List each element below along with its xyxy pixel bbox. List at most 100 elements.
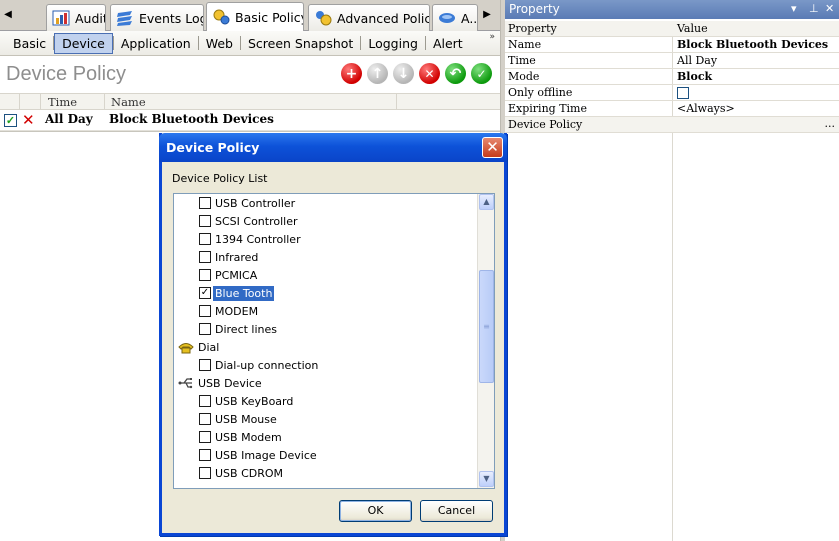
checkbox[interactable] <box>199 305 211 317</box>
property-row-expiring-time[interactable]: Expiring Time <Always> <box>505 101 839 117</box>
list-group-label: USB Device <box>198 376 262 390</box>
property-key: Expiring Time <box>508 102 587 115</box>
scroll-thumb[interactable]: ≡ <box>479 270 494 383</box>
device-policy-dialog: Device Policy ✕ Device Policy List USB C… <box>159 133 507 536</box>
property-row-device-policy[interactable]: Device Policy ... <box>505 117 839 133</box>
up-arrow-icon[interactable]: ↑ <box>367 63 388 84</box>
property-value[interactable]: All Day <box>677 54 717 67</box>
only-offline-checkbox[interactable] <box>677 87 689 99</box>
column-header-time[interactable]: Time <box>48 95 77 109</box>
scroll-up-button[interactable]: ▲ <box>479 194 494 210</box>
list-item-scsi-controller[interactable]: SCSI Controller <box>199 212 300 230</box>
property-key: Mode <box>508 70 540 83</box>
close-icon[interactable]: ✕ <box>825 2 834 15</box>
checkbox[interactable] <box>199 197 211 209</box>
list-item-pcmica[interactable]: PCMICA <box>199 266 259 284</box>
row-enabled-checkbox[interactable]: ✓ <box>4 114 17 127</box>
checkbox[interactable] <box>199 413 211 425</box>
checkbox[interactable] <box>199 269 211 281</box>
page-title: Device Policy <box>6 63 127 85</box>
property-pane-label: Property <box>509 2 560 16</box>
column-divider <box>40 94 41 110</box>
list-item-usb-controller[interactable]: USB Controller <box>199 194 297 212</box>
submenu-application[interactable]: Application <box>114 34 198 53</box>
list-item-modem[interactable]: MODEM <box>199 302 260 320</box>
property-key: Time <box>508 54 536 67</box>
row-time: All Day <box>45 112 93 126</box>
device-policy-list[interactable]: USB Controller SCSI Controller 1394 Cont… <box>173 193 495 489</box>
list-item-1394-controller[interactable]: 1394 Controller <box>199 230 303 248</box>
table-row[interactable]: ✓ ✕ All Day Block Bluetooth Devices <box>0 110 500 131</box>
undo-icon[interactable]: ↶ <box>445 63 466 84</box>
tab-scroll-left-button[interactable]: ◀ <box>1 6 15 24</box>
checkbox[interactable] <box>199 233 211 245</box>
audit-icon <box>52 10 70 26</box>
tab-advanced-policy-label: Advanced Policy <box>337 10 430 26</box>
cancel-button[interactable]: Cancel <box>420 500 493 522</box>
column-divider <box>396 94 397 110</box>
submenu-overflow-button[interactable]: » <box>489 32 495 42</box>
list-item-usb-mouse[interactable]: USB Mouse <box>199 410 279 428</box>
tab-scroll-right-button[interactable]: ▶ <box>480 6 494 24</box>
submenu-screen-snapshot[interactable]: Screen Snapshot <box>241 34 360 53</box>
delete-icon[interactable]: ✕ <box>419 63 440 84</box>
list-item-usb-cdrom[interactable]: USB CDROM <box>199 464 285 482</box>
list-item-infrared[interactable]: Infrared <box>199 248 260 266</box>
tab-audit[interactable]: Audit <box>46 4 106 31</box>
usb-icon <box>178 378 193 389</box>
scroll-down-button[interactable]: ▼ <box>479 471 494 487</box>
checkbox[interactable] <box>199 215 211 227</box>
list-item-direct-lines[interactable]: Direct lines <box>199 320 279 338</box>
property-row-only-offline[interactable]: Only offline <box>505 85 839 101</box>
list-group-dial[interactable]: Dial <box>178 338 221 356</box>
submenu-device[interactable]: Device <box>54 32 113 54</box>
checkbox[interactable] <box>199 359 211 371</box>
submenu-alert[interactable]: Alert <box>426 34 470 53</box>
ok-button[interactable]: OK <box>339 500 412 522</box>
dialog-close-button[interactable]: ✕ <box>482 137 503 158</box>
list-item-usb-keyboard[interactable]: USB KeyBoard <box>199 392 295 410</box>
down-arrow-icon[interactable]: ↓ <box>393 63 414 84</box>
add-icon[interactable]: + <box>341 63 362 84</box>
dropdown-icon[interactable]: ▾ <box>791 2 797 15</box>
submenu-web[interactable]: Web <box>199 34 240 53</box>
submenu-logging[interactable]: Logging <box>361 34 425 53</box>
list-item-dial-up-connection[interactable]: Dial-up connection <box>199 356 320 374</box>
checkbox[interactable] <box>199 449 211 461</box>
list-item-usb-image-device[interactable]: USB Image Device <box>199 446 319 464</box>
device-policy-list-label: Device Policy List <box>172 172 268 185</box>
list-item-usb-modem[interactable]: USB Modem <box>199 428 284 446</box>
checkbox[interactable] <box>199 323 211 335</box>
column-header-name[interactable]: Name <box>111 95 146 109</box>
apply-icon[interactable]: ✓ <box>471 63 492 84</box>
list-item-label: USB Controller <box>215 196 296 210</box>
ellipsis-button[interactable]: ... <box>825 117 836 130</box>
property-value[interactable]: Block Bluetooth Devices <box>677 38 828 51</box>
list-scrollbar[interactable]: ▲ ≡ ▼ <box>477 194 494 488</box>
property-row-time[interactable]: Time All Day <box>505 53 839 69</box>
assets-icon <box>439 13 455 23</box>
tab-assets[interactable]: A... <box>432 4 478 31</box>
tab-events-log[interactable]: Events Log <box>110 4 204 31</box>
list-item-label: Blue Tooth <box>213 285 275 301</box>
property-row-name[interactable]: Name Block Bluetooth Devices <box>505 37 839 53</box>
checkbox-checked[interactable]: ✓ <box>199 287 211 299</box>
checkbox[interactable] <box>199 467 211 479</box>
property-value[interactable]: Block <box>677 70 712 83</box>
dialog-title-bar[interactable]: Device Policy ✕ <box>159 133 507 162</box>
tab-basic-policy[interactable]: Basic Policy <box>206 2 304 31</box>
policy-category-bar: Basic Device Application Web Screen Snap… <box>0 31 500 56</box>
checkbox[interactable] <box>199 395 211 407</box>
list-group-usb-device[interactable]: USB Device <box>178 374 264 392</box>
tab-advanced-policy[interactable]: Advanced Policy <box>308 4 430 31</box>
property-key: Name <box>508 38 542 51</box>
list-item-blue-tooth[interactable]: ✓ Blue Tooth <box>199 284 275 302</box>
divider <box>0 131 500 132</box>
property-value[interactable]: <Always> <box>677 102 735 115</box>
list-item-label: USB CDROM <box>215 466 284 480</box>
checkbox[interactable] <box>199 251 211 263</box>
checkbox[interactable] <box>199 431 211 443</box>
property-row-mode[interactable]: Mode Block <box>505 69 839 85</box>
pin-icon[interactable]: ⊥ <box>809 2 819 15</box>
submenu-basic[interactable]: Basic <box>6 34 53 53</box>
